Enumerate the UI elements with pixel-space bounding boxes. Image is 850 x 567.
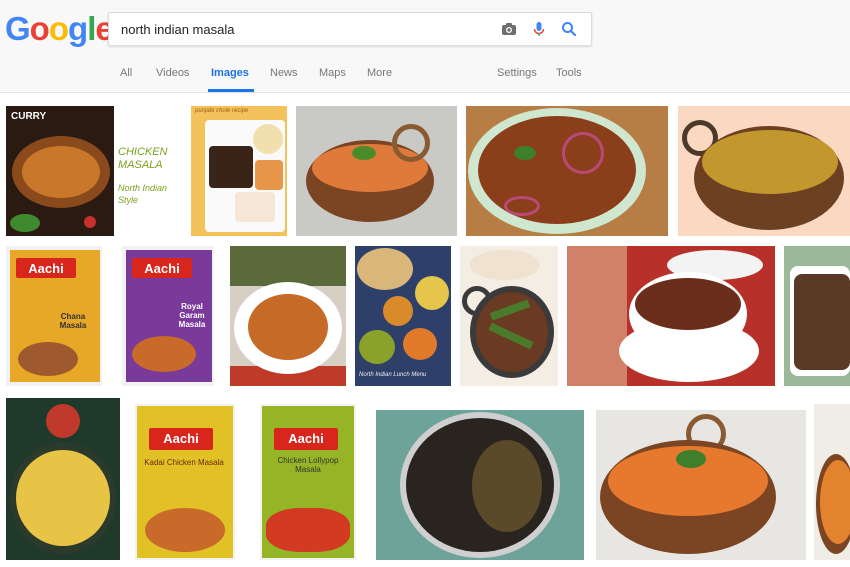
- tab-more[interactable]: More: [367, 67, 392, 79]
- logo-letter: G: [5, 10, 31, 47]
- image-result[interactable]: [814, 404, 850, 560]
- search-icon[interactable]: [559, 19, 579, 39]
- camera-icon[interactable]: [499, 19, 519, 39]
- search-header: Google north indian masala All Videos Im…: [0, 0, 850, 93]
- result-subtitle: North Indian Style: [118, 183, 168, 205]
- logo-letter: o: [29, 10, 50, 47]
- tab-images[interactable]: Images: [211, 67, 249, 79]
- image-result[interactable]: CURRY CHICKEN MASALA North Indian Style: [6, 106, 182, 236]
- tab-news[interactable]: News: [270, 67, 298, 79]
- active-tab-indicator: [208, 89, 254, 92]
- product-name: Royal Garam Masala: [178, 302, 206, 329]
- result-label: CURRY: [11, 111, 47, 122]
- logo-letter: g: [68, 10, 88, 47]
- product-name: Kadai Chicken Masala: [144, 458, 224, 467]
- image-result[interactable]: Aachi Royal Garam Masala: [122, 246, 214, 386]
- image-result[interactable]: [784, 246, 850, 386]
- google-logo[interactable]: Google: [5, 10, 114, 48]
- image-result[interactable]: [678, 106, 850, 236]
- image-result[interactable]: punjabi chole recipe: [191, 106, 287, 236]
- result-watermark: North Indian Lunch Menu: [359, 372, 427, 378]
- product-brand: Aachi: [144, 261, 180, 276]
- image-result[interactable]: [567, 246, 775, 386]
- image-result[interactable]: [376, 410, 584, 560]
- product-brand: Aachi: [163, 431, 199, 446]
- image-result[interactable]: Aachi Kadai Chicken Masala: [135, 404, 235, 560]
- image-result[interactable]: [596, 410, 806, 560]
- image-result[interactable]: Aachi Chicken Lollypop Masala: [260, 404, 356, 560]
- image-result[interactable]: [296, 106, 457, 236]
- search-query-text[interactable]: north indian masala: [121, 22, 234, 37]
- tab-videos[interactable]: Videos: [156, 67, 189, 79]
- tab-maps[interactable]: Maps: [319, 67, 346, 79]
- settings-link[interactable]: Settings: [497, 67, 537, 79]
- tools-link[interactable]: Tools: [556, 67, 582, 79]
- result-tag: punjabi chole recipe: [195, 108, 249, 114]
- microphone-icon[interactable]: [529, 19, 549, 39]
- product-name: Chana Masala: [59, 312, 87, 330]
- product-brand: Aachi: [288, 431, 324, 446]
- logo-letter: o: [48, 10, 69, 47]
- product-name: Chicken Lollypop Masala: [277, 456, 339, 474]
- image-result[interactable]: [6, 398, 120, 560]
- search-tabs: All Videos Images News Maps More Setting…: [0, 60, 850, 92]
- image-result[interactable]: North Indian Lunch Menu: [355, 246, 451, 386]
- tab-all[interactable]: All: [120, 67, 132, 79]
- image-result[interactable]: Aachi Chana Masala: [6, 246, 102, 386]
- image-result[interactable]: [230, 246, 346, 386]
- image-result[interactable]: [466, 106, 668, 236]
- image-result[interactable]: [460, 246, 558, 386]
- product-brand: Aachi: [28, 261, 64, 276]
- result-title: CHICKEN MASALA: [118, 146, 168, 171]
- search-input[interactable]: north indian masala: [108, 12, 592, 46]
